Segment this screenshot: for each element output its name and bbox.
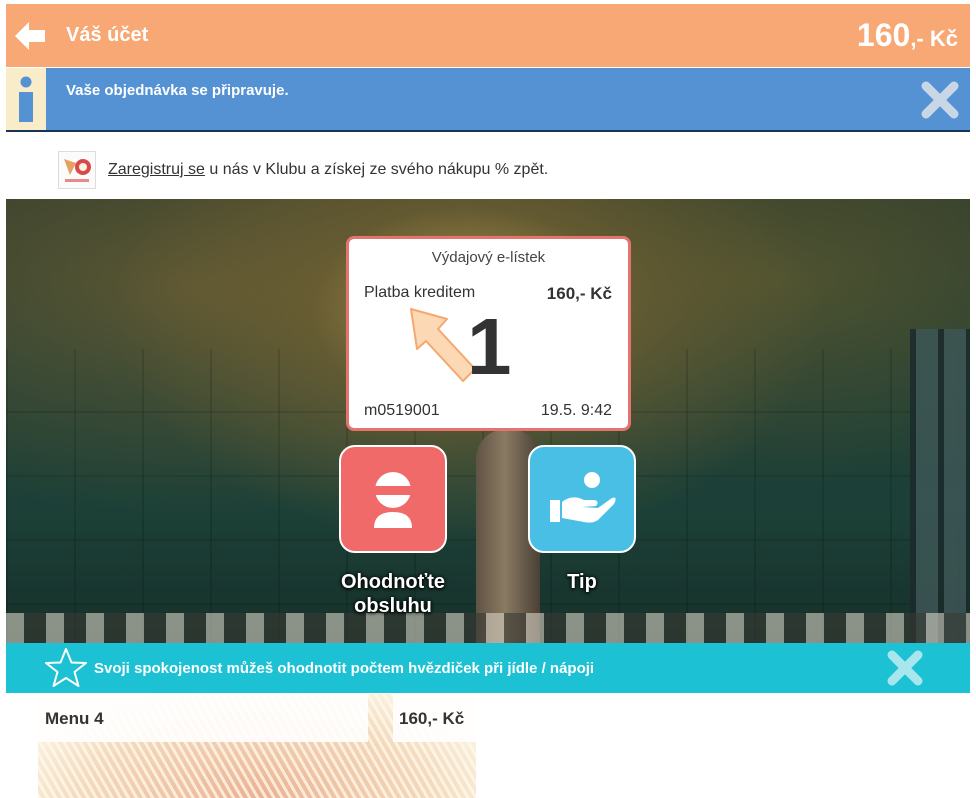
tip-label: Tip <box>567 571 597 593</box>
info-icon <box>6 68 46 130</box>
menu-item-name: Menu 4 <box>38 694 368 742</box>
info-message: Vaše objednávka se připravuje. <box>66 82 289 99</box>
header-total: 160 ,- Kč <box>857 17 958 54</box>
back-button[interactable] <box>6 4 54 67</box>
rate-label-line2: obsluhu <box>354 595 432 617</box>
rating-close-button[interactable] <box>886 649 924 687</box>
ticket-title: Výdajový e-lístek <box>431 249 546 266</box>
register-text: u nás v Klubu a získej ze svého nákupu %… <box>204 161 549 178</box>
info-close-button[interactable] <box>920 80 960 120</box>
top-header: Váš účet 160 ,- Kč <box>6 4 970 67</box>
ticket-order-id: m0519001 <box>364 402 440 419</box>
club-logo <box>58 151 96 189</box>
menu-item-price: 160,- Kč <box>393 694 476 742</box>
rate-label-line1: Ohodnoťte <box>340 571 445 593</box>
back-arrow-icon <box>15 21 45 50</box>
ticket-payment-method: Platba kreditem <box>364 284 476 301</box>
pickup-ticket: Výdajový e-lístek Platba kreditem 160,- … <box>346 236 631 431</box>
close-icon <box>921 81 959 119</box>
hand-coin-icon <box>550 472 616 523</box>
header-total-currency: ,- Kč <box>910 26 958 51</box>
info-banner: Vaše objednávka se připravuje. <box>6 68 970 132</box>
menu-item[interactable]: Menu 4 160,- Kč <box>38 694 476 798</box>
ticket-amount: 160,- Kč <box>546 284 612 303</box>
star-icon <box>45 648 87 687</box>
tip-button[interactable] <box>528 445 636 553</box>
waiter-icon <box>374 472 412 528</box>
club-register-line: Zaregistruj se u nás v Klubu a získej ze… <box>58 151 548 189</box>
ticket-order-number: 1 <box>467 302 512 391</box>
ticket-datetime: 19.5. 9:42 <box>540 402 612 419</box>
dining-tables <box>6 613 970 643</box>
rating-banner: Svoji spokojenost můžeš ohodnotit počtem… <box>6 643 970 693</box>
page-title: Váš účet <box>66 24 149 46</box>
header-total-amount: 160 <box>856 17 911 53</box>
rate-service-label: Ohodnoťte obsluhu <box>313 570 473 618</box>
close-icon <box>887 650 923 686</box>
rating-message: Svoji spokojenost můžeš ohodnotit počtem… <box>94 659 595 677</box>
register-link[interactable]: Zaregistruj se <box>108 161 205 179</box>
rate-service-button[interactable] <box>339 445 447 553</box>
window-background <box>910 329 970 643</box>
